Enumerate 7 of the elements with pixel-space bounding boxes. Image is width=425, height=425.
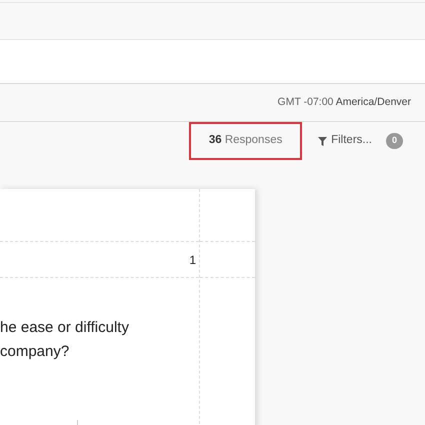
table-cell-text: 1 (189, 252, 197, 268)
question-text: he ease or difficulty company? (0, 318, 130, 362)
filter-icon (318, 136, 328, 146)
filters-button[interactable]: Filters... (318, 132, 372, 150)
timezone-label: GMT -07:00 America/Denver (278, 94, 411, 110)
filter-count: 0 (386, 133, 403, 149)
responses-count[interactable]: 36 Responses (189, 122, 302, 160)
